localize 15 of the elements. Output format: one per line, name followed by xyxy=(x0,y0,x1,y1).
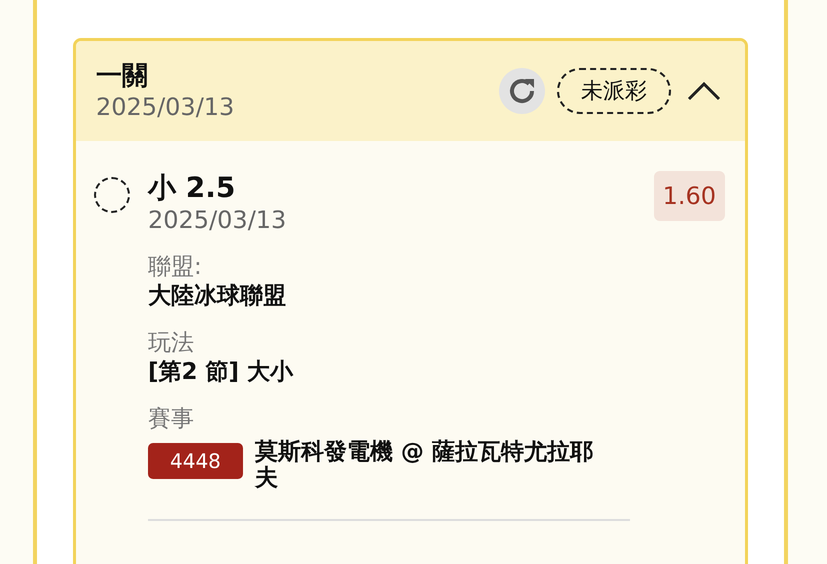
field-label: 聯盟: xyxy=(148,253,203,281)
field-value: [第2 節] 大小 xyxy=(148,358,294,387)
odds-badge: 1.60 xyxy=(654,171,725,221)
selection-name: 小 2.5 xyxy=(148,171,236,205)
chevron-icon xyxy=(687,81,721,101)
match-name: 莫斯科發電機 @ 薩拉瓦特尤拉耶夫 xyxy=(254,439,594,491)
field-label: 賽事 xyxy=(148,405,195,433)
field-value: 大陸冰球聯盟 xyxy=(148,282,287,311)
bet-date: 2025/03/13 xyxy=(96,92,236,122)
refresh-button[interactable] xyxy=(499,68,545,114)
bet-title: 一關 xyxy=(96,60,149,92)
status-badge: 未派彩 xyxy=(557,68,671,114)
field-label: 玩法 xyxy=(148,329,195,357)
match-code: 4448 xyxy=(148,443,243,479)
selection-date: 2025/03/13 xyxy=(148,205,288,235)
